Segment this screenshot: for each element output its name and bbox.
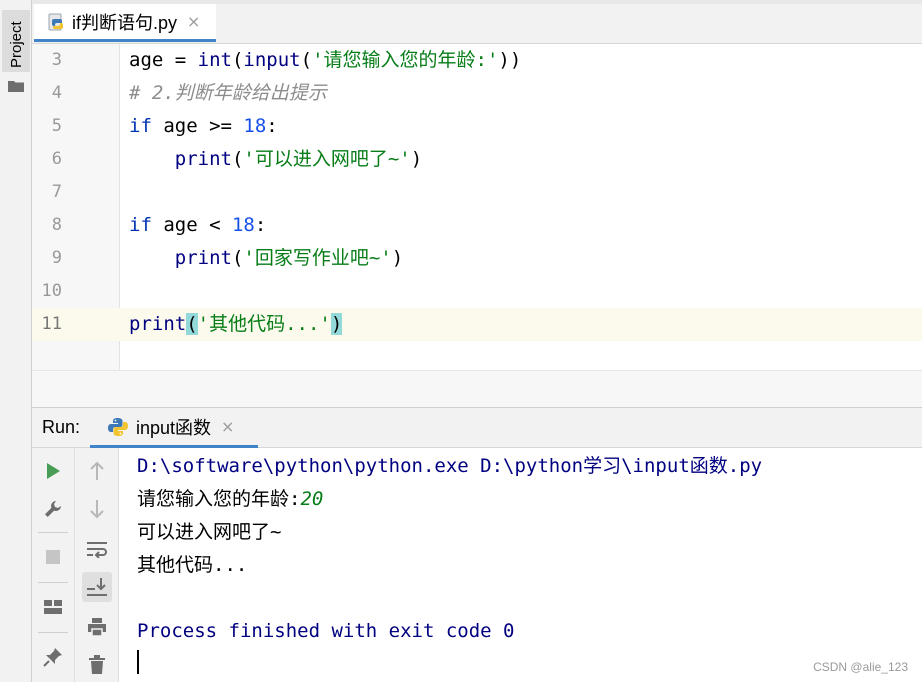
line-number: 3 [51,50,62,70]
code-token: int [197,49,232,71]
run-icon[interactable] [38,456,68,486]
code-token: ) [391,247,404,269]
console-prompt: 请您输入您的年龄: [137,488,301,510]
editor-tab-if-file[interactable]: if判断语句.py × [34,4,216,42]
code-text: print('回家写作业吧~') [129,242,403,275]
code-token: 18 [243,115,267,137]
line-number: 5 [51,116,62,136]
run-tab-input[interactable]: input函数 × [90,408,258,448]
project-label: Project [8,21,25,68]
soft-wrap-icon[interactable] [82,534,112,564]
project-tool-strip: Project [0,0,32,682]
code-line[interactable]: 8 if age < 18: [32,209,922,242]
console-input-value: 20 [300,488,324,510]
code-token: if [129,115,152,137]
line-number: 4 [51,83,62,103]
code-token: print [129,313,187,335]
run-toolbar-left [32,448,75,682]
code-token: : [254,214,267,236]
trash-icon[interactable] [82,650,112,680]
arrow-down-icon[interactable] [82,494,112,524]
code-text: if age >= 18: [129,110,278,143]
code-token: '其他代码...' [197,313,331,335]
console-output-line: 其他代码... [137,554,248,576]
arrow-up-icon[interactable] [82,456,112,486]
code-token: ( [300,49,313,71]
code-token: '回家写作业吧~' [243,247,392,269]
code-token: 18 [231,214,255,236]
code-editor[interactable]: 3 age = int(input('请您输入您的年龄:')) 4 # 2.判断年龄给… [32,44,922,370]
console-exit-line: Process finished with exit code 0 [137,620,515,642]
line-number: 11 [41,314,62,334]
code-token: print [129,247,232,269]
code-token: age < [151,214,232,236]
code-text: age = int(input('请您输入您的年龄:')) [129,44,521,77]
code-token: # 2.判断年龄给出提示 [129,82,327,104]
code-token: ( [231,148,244,170]
code-token: '可以进入网吧了~' [243,148,411,170]
code-token: if [129,214,152,236]
code-token: ( [186,313,198,335]
line-number: 7 [51,182,62,202]
python-icon [108,417,128,436]
console-command-line: D:\software\python\python.exe D:\python学… [137,455,763,477]
code-token: print [129,148,232,170]
code-line[interactable]: 11 print('其他代码...') [32,308,922,341]
code-text: print('其他代码...') [129,308,343,341]
code-text: # 2.判断年龄给出提示 [129,77,327,110]
code-token: ) [410,148,423,170]
code-text: if age < 18: [129,209,266,242]
editor-tab-label: if判断语句.py [72,12,178,33]
code-line[interactable]: 7 [32,176,922,209]
console-caret [137,650,139,674]
wrench-icon[interactable] [38,494,68,524]
folder-icon[interactable] [8,80,24,92]
code-token: : [266,115,278,137]
code-line[interactable]: 6 print('可以进入网吧了~') [32,143,922,176]
line-number: 8 [51,215,62,235]
code-line[interactable]: 4 # 2.判断年龄给出提示 [32,77,922,110]
run-tool-window-header: Run: input函数 × [32,408,922,448]
line-number: 6 [51,149,62,169]
close-icon[interactable]: × [221,417,234,436]
run-label: Run: [42,417,81,437]
code-line[interactable]: 9 print('回家写作业吧~') [32,242,922,275]
code-token: age = [129,49,198,71]
code-token: input [243,49,301,71]
code-line[interactable]: 3 age = int(input('请您输入您的年龄:')) [32,44,922,77]
code-line[interactable]: 10 [32,275,922,308]
code-token: ( [231,49,244,71]
code-token: )) [498,49,522,71]
layout-icon[interactable] [38,592,68,622]
console-prompt-line: 请您输入您的年龄:20 [137,483,323,516]
console-output-line: 可以进入网吧了~ [137,521,282,543]
pin-icon[interactable] [38,642,68,672]
editor-tab-bar: if判断语句.py × [32,0,922,44]
code-token: age >= [151,115,244,137]
scroll-to-end-icon[interactable] [82,572,112,602]
code-token: '请您输入您的年龄:' [312,49,499,71]
project-tool-button[interactable]: Project [2,10,30,72]
print-icon[interactable] [82,612,112,642]
editor-status-area [32,370,922,408]
run-console[interactable]: D:\software\python\python.exe D:\python学… [119,448,922,682]
code-line[interactable]: 5 if age >= 18: [32,110,922,143]
line-number: 9 [51,248,62,268]
python-file-icon [48,13,63,30]
stop-icon[interactable] [38,542,68,572]
watermark: CSDN @alie_123 [813,660,908,674]
run-toolbar-right [75,448,119,682]
line-number: 10 [41,281,62,301]
code-token: ( [231,247,244,269]
close-icon[interactable]: × [187,12,200,31]
code-token: ) [330,313,343,335]
code-text: print('可以进入网吧了~') [129,143,422,176]
run-tab-label: input函数 [136,417,212,438]
